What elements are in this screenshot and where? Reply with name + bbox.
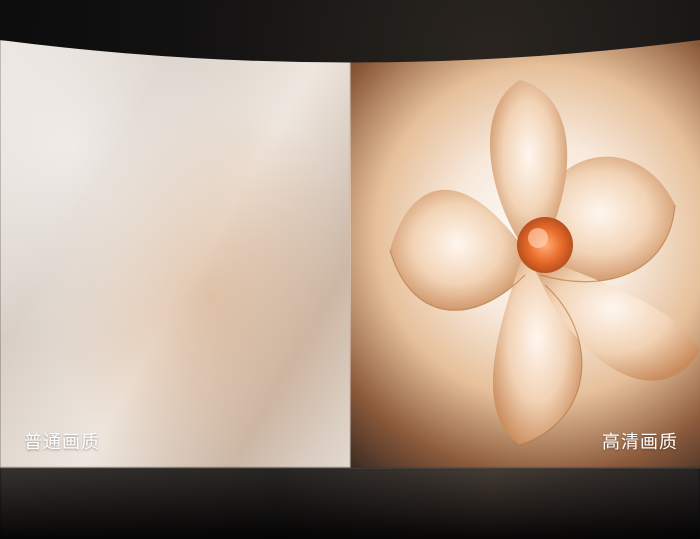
- curved-panel: [0, 40, 700, 468]
- split-divider: [349, 40, 351, 468]
- flower-center-highlight: [528, 228, 548, 248]
- floor-reflection: [0, 468, 700, 539]
- reflection-line: [0, 468, 700, 469]
- standard-quality-image: [0, 40, 350, 468]
- curved-screen: 普通画质 高清画质: [0, 0, 700, 539]
- comparison-stage: 普通画质 高清画质: [0, 0, 700, 539]
- hd-quality-label: 高清画质: [602, 432, 678, 453]
- standard-quality-label: 普通画质: [24, 432, 100, 453]
- flower-illustration: [350, 40, 700, 468]
